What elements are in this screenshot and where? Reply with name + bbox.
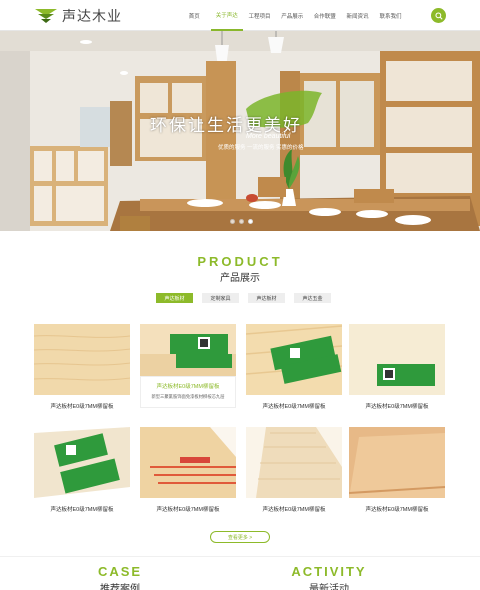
- carousel-dot[interactable]: [230, 219, 235, 224]
- product-caption: 声达板材E0级7MM柳留板: [50, 404, 114, 410]
- product-card[interactable]: 声达板材E0级7MM柳留板: [246, 427, 342, 513]
- product-image: [246, 324, 342, 395]
- product-title-cn: 产品展示: [220, 273, 260, 284]
- product-caption: 声达板材E0级7MM柳留板: [262, 507, 326, 513]
- product-hover-panel: 声达板材E0级7MM柳留板 新型三聚氰胺饰面免漆板材柳桉芯九层: [140, 376, 236, 408]
- main-nav: 首页 关于声达 工程项目 产品展示 合作联盟 新闻资讯 联系我们: [178, 0, 407, 31]
- product-image: [140, 324, 236, 376]
- nav-projects[interactable]: 工程项目: [243, 0, 276, 31]
- nav-contact[interactable]: 联系我们: [374, 0, 407, 31]
- site-header: 声达木业 首页 关于声达 工程项目 产品展示 合作联盟 新闻资讯 联系我们: [0, 0, 480, 31]
- activity-heading: ACTIVITY 最新活动: [286, 564, 372, 590]
- carousel-dot-active[interactable]: [248, 219, 253, 224]
- case-title-en: CASE: [97, 564, 143, 579]
- nav-products[interactable]: 产品展示: [276, 0, 309, 31]
- product-image: [246, 427, 342, 498]
- slogan-subtitle: 优质的服务 一流的服务 实惠的价格: [218, 145, 304, 151]
- tab-custom-furniture[interactable]: 定制家具: [202, 293, 239, 303]
- carousel-dot[interactable]: [239, 219, 244, 224]
- product-image: [140, 427, 236, 498]
- carousel-dots: [230, 219, 253, 224]
- product-card-hover[interactable]: 声达板材E0级7MM柳留板 新型三聚氰胺饰面免漆板材柳桉芯九层: [140, 324, 236, 408]
- section-divider: [0, 556, 480, 557]
- tab-boards-2[interactable]: 声达板材: [248, 293, 285, 303]
- product-tabs: 声达板材 定制家具 声达板材 声达五金: [156, 293, 331, 303]
- product-card[interactable]: 声达板材E0级7MM柳留板: [34, 427, 130, 513]
- product-card[interactable]: 声达板材E0级7MM柳留板: [140, 427, 236, 513]
- nav-news[interactable]: 新闻资讯: [341, 0, 374, 31]
- product-image: [349, 324, 445, 395]
- tab-hardware[interactable]: 声达五金: [294, 293, 331, 303]
- nav-about[interactable]: 关于声达: [210, 0, 243, 31]
- tab-boards[interactable]: 声达板材: [156, 293, 193, 303]
- product-card[interactable]: 声达板材E0级7MM柳留板: [349, 324, 445, 410]
- hero-banner: 环保让生活更美好 More beautiful 优质的服务 一流的服务 实惠的价…: [0, 31, 480, 231]
- nav-home[interactable]: 首页: [178, 0, 211, 31]
- activity-title-cn: 最新活动: [309, 584, 349, 590]
- product-hover-desc: 新型三聚氰胺饰面免漆板材柳桉芯九层: [151, 394, 225, 399]
- product-image: [349, 427, 445, 498]
- product-caption: 声达板材E0级7MM柳留板: [365, 507, 429, 513]
- product-caption: 声达板材E0级7MM柳留板: [365, 404, 429, 410]
- nav-partners[interactable]: 合作联盟: [309, 0, 342, 31]
- activity-title-en: ACTIVITY: [291, 564, 367, 579]
- product-caption: 声达板材E0级7MM柳留板: [262, 404, 326, 410]
- view-more-button[interactable]: 查看更多 >: [210, 531, 270, 543]
- case-heading: CASE 推荐案例: [90, 564, 150, 590]
- search-button[interactable]: [431, 8, 446, 23]
- slogan-english: More beautiful: [246, 133, 291, 140]
- product-card[interactable]: 声达板材E0级7MM柳留板: [34, 324, 130, 410]
- product-image: [34, 427, 130, 498]
- search-icon: [434, 11, 443, 20]
- product-image: [34, 324, 130, 395]
- product-caption: 声达板材E0级7MM柳留板: [50, 507, 114, 513]
- product-grid: 声达板材E0级7MM柳留板 声达板材E0级7MM柳留板 新型三聚氰胺饰面免漆板材…: [34, 324, 445, 514]
- logo-text: 声达木业: [62, 9, 122, 25]
- logo[interactable]: 声达木业: [34, 6, 122, 26]
- banner-slogan: 环保让生活更美好 More beautiful 优质的服务 一流的服务 实惠的价…: [150, 111, 360, 151]
- product-caption: 声达板材E0级7MM柳留板: [156, 507, 220, 513]
- product-card[interactable]: 声达板材E0级7MM柳留板: [246, 324, 342, 410]
- logo-icon: [35, 9, 57, 23]
- product-card[interactable]: 声达板材E0级7MM柳留板: [349, 427, 445, 513]
- product-hover-title: 声达板材E0级7MM柳留板: [156, 384, 220, 390]
- case-title-cn: 推荐案例: [100, 584, 140, 590]
- product-title-en: PRODUCT: [197, 254, 283, 269]
